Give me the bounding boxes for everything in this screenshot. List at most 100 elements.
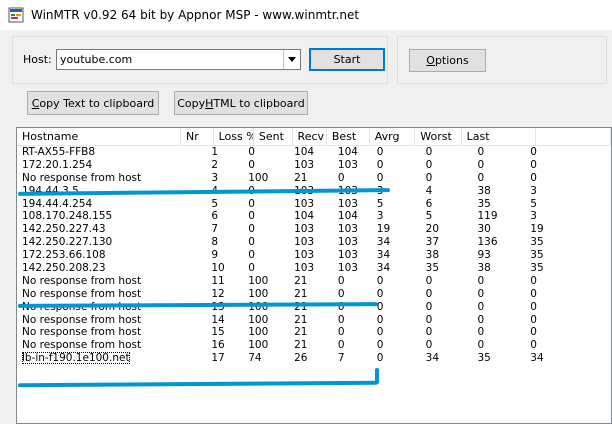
table-cell: 103 — [333, 236, 372, 249]
cell-text: 0 — [376, 171, 384, 184]
table-row[interactable]: No response from host 16 100 21 0 0 0 0 0 — [17, 339, 611, 352]
cell-text: 0 — [248, 146, 255, 158]
table-cell: 103 — [289, 159, 333, 172]
table-cell: 0 — [472, 326, 525, 339]
cell-text: 0 — [337, 274, 345, 287]
start-button[interactable]: Start — [309, 48, 385, 71]
cell-text: 35 — [425, 262, 440, 275]
cell-text: 103 — [294, 158, 315, 171]
table-row[interactable]: 108.170.248.155 6 0 104 104 3 5 119 3 — [17, 210, 611, 223]
table-cell: 100 — [243, 275, 289, 288]
cell-text: 6 — [211, 210, 219, 223]
column-header-hostname[interactable]: Hostname — [17, 128, 181, 146]
table-row[interactable]: No response from host 12 100 21 0 0 0 0 0 — [17, 288, 611, 301]
cell-text: 103 — [337, 197, 358, 210]
table-cell: 0 — [525, 314, 611, 327]
copy-html-button[interactable]: Copy H TML to clipboard — [174, 91, 308, 115]
host-combobox[interactable]: youtube.com — [56, 49, 301, 70]
table-row[interactable]: lb-in-f190.1e100.net 17 74 26 7 0 34 35 34 — [17, 352, 611, 365]
table-cell: 7 — [333, 352, 372, 365]
table-cell: 0 — [421, 288, 473, 301]
cell-text: 0 — [425, 158, 433, 171]
cell-text: 0 — [376, 146, 384, 158]
table-cell: 103 — [289, 236, 333, 249]
cell-text: 100 — [248, 339, 269, 352]
table-cell: 0 — [333, 288, 372, 301]
column-header-recv[interactable]: Recv — [293, 128, 327, 146]
cell-text: 103 — [337, 158, 358, 171]
table-row[interactable]: No response from host 15 100 21 0 0 0 0 0 — [17, 326, 611, 339]
host-input[interactable]: youtube.com — [60, 53, 132, 66]
table-cell: 104 — [289, 146, 333, 159]
table-row[interactable]: 194.44.4.254 5 0 103 103 5 6 35 5 — [17, 198, 611, 211]
cell-text: 0 — [376, 339, 384, 352]
table-cell: 0 — [421, 159, 473, 172]
cell-text: 5 — [376, 197, 384, 210]
table-cell: 0 — [243, 198, 289, 211]
table-cell: 108.170.248.155 — [17, 210, 206, 223]
copy-text-button[interactable]: Copy Text to clipboard — [27, 91, 159, 115]
table-row[interactable]: 142.250.208.23 10 0 103 103 34 35 38 35 — [17, 262, 611, 275]
column-header-worst[interactable]: Worst — [415, 128, 462, 146]
table-cell: 3 — [206, 172, 243, 185]
trace-results-table[interactable]: Hostname Nr Loss % Sent Recv Best Avrg Worst Las… — [16, 127, 612, 424]
column-header-nr[interactable]: Nr — [181, 128, 214, 146]
cell-text: 100 — [248, 313, 269, 326]
cell-text: 172.20.1.254 — [22, 158, 93, 171]
cell-text: 7 — [337, 352, 345, 365]
table-row[interactable]: 172.20.1.254 2 0 103 103 0 0 0 0 — [17, 159, 611, 172]
table-cell: 12 — [206, 288, 243, 301]
table-cell: 10 — [206, 262, 243, 275]
table-body[interactable]: RT-AX55-FFB8 1 0 104 104 0 0 0 0 172.20.1.254 2 0 10… — [17, 146, 611, 365]
table-cell: 7 — [206, 223, 243, 236]
cell-text: 17 — [211, 352, 225, 365]
column-header-sent[interactable]: Sent — [254, 128, 293, 146]
cell-text: 0 — [425, 171, 433, 184]
table-cell: No response from host — [17, 275, 206, 288]
table-row[interactable]: No response from host 14 100 21 0 0 0 0 0 — [17, 314, 611, 327]
table-row[interactable]: RT-AX55-FFB8 1 0 104 104 0 0 0 0 — [17, 146, 611, 159]
table-row[interactable]: 142.250.227.43 7 0 103 103 19 20 30 19 — [17, 223, 611, 236]
table-cell: 9 — [206, 249, 243, 262]
table-cell: 15 — [206, 326, 243, 339]
column-header-best[interactable]: Best — [327, 128, 370, 146]
cell-text: 0 — [376, 352, 384, 365]
column-header-loss[interactable]: Loss % — [214, 128, 254, 146]
cell-text: 0 — [425, 339, 433, 352]
table-cell: 26 — [289, 352, 333, 365]
table-cell: 142.250.208.23 — [17, 262, 206, 275]
table-cell: 35 — [525, 249, 611, 262]
column-header-avrg[interactable]: Avrg — [370, 128, 416, 146]
table-cell: 34 — [421, 352, 473, 365]
cell-text: 37 — [425, 236, 440, 249]
cell-text: 38 — [477, 184, 491, 197]
table-row[interactable]: No response from host 11 100 21 0 0 0 0 0 — [17, 275, 611, 288]
cell-text: 5 — [530, 197, 537, 210]
table-cell: 0 — [472, 314, 525, 327]
table-cell: 0 — [243, 236, 289, 249]
cell-text: No response from host — [22, 339, 142, 352]
table-cell: 17 — [206, 352, 243, 365]
title-bar[interactable]: WinMTR v0.92 64 bit by Appnor MSP - www.… — [0, 0, 612, 30]
table-cell: 0 — [525, 172, 611, 185]
table-row[interactable]: 172.253.66.108 9 0 103 103 34 38 93 35 — [17, 249, 611, 262]
cell-text: 2 — [211, 158, 219, 171]
table-cell: 100 — [243, 314, 289, 327]
table-cell: 21 — [289, 288, 333, 301]
table-cell: 0 — [421, 301, 473, 314]
table-cell: 11 — [206, 275, 243, 288]
table-cell: 0 — [333, 339, 372, 352]
table-cell: 34 — [372, 262, 421, 275]
table-cell: 0 — [333, 172, 372, 185]
column-header-last[interactable]: Last — [462, 128, 537, 146]
cell-text: 15 — [211, 326, 225, 339]
cell-text: 142.250.227.43 — [22, 223, 106, 236]
dropdown-arrow-icon[interactable] — [283, 50, 300, 69]
table-row[interactable]: 142.250.227.130 8 0 103 103 34 37 136 35 — [17, 236, 611, 249]
cell-text: 0 — [376, 158, 384, 171]
options-button[interactable]: Options — [409, 49, 486, 72]
table-cell: 34 — [525, 352, 611, 365]
cell-text: 0 — [530, 171, 537, 184]
cell-text: 35 — [477, 197, 491, 210]
table-row[interactable]: No response from host 3 100 21 0 0 0 0 0 — [17, 172, 611, 185]
